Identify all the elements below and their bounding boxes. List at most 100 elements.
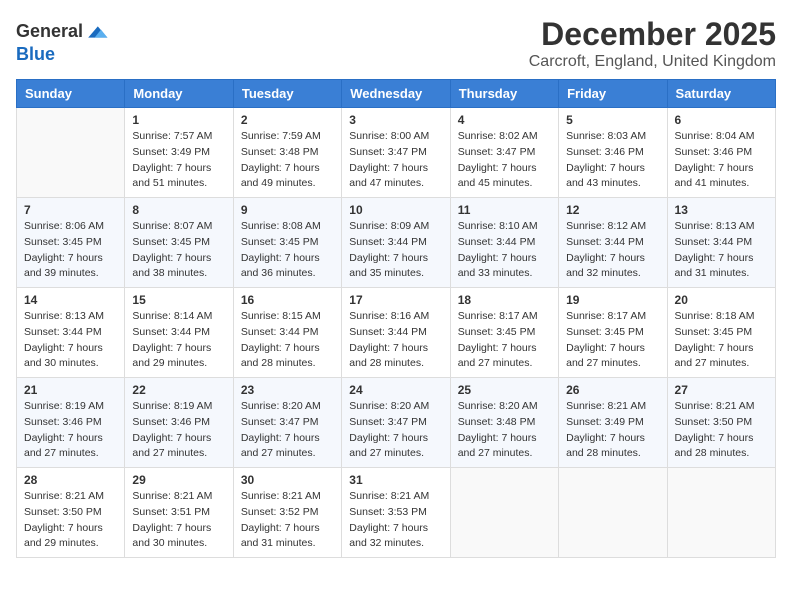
day-info: Sunrise: 8:19 AMSunset: 3:46 PMDaylight:… bbox=[24, 399, 117, 462]
day-number: 11 bbox=[458, 203, 551, 217]
logo-icon bbox=[85, 20, 109, 44]
day-info: Sunrise: 8:21 AMSunset: 3:50 PMDaylight:… bbox=[24, 489, 117, 552]
day-number: 21 bbox=[24, 383, 117, 397]
day-number: 17 bbox=[349, 293, 442, 307]
calendar-day-cell: 15 Sunrise: 8:14 AMSunset: 3:44 PMDayligh… bbox=[125, 288, 233, 378]
calendar-day-header: Saturday bbox=[667, 80, 775, 108]
calendar-day-cell: 27 Sunrise: 8:21 AMSunset: 3:50 PMDayligh… bbox=[667, 378, 775, 468]
calendar-week-row: 14 Sunrise: 8:13 AMSunset: 3:44 PMDayligh… bbox=[17, 288, 776, 378]
calendar-day-cell: 21 Sunrise: 8:19 AMSunset: 3:46 PMDayligh… bbox=[17, 378, 125, 468]
calendar-day-cell: 16Sunrise: 8:15 AMSunset: 3:44 PMDayligh… bbox=[233, 288, 341, 378]
calendar-day-header: Tuesday bbox=[233, 80, 341, 108]
day-info: Sunrise: 8:14 AMSunset: 3:44 PMDaylight:… bbox=[132, 309, 225, 372]
logo-text: General bbox=[16, 21, 83, 43]
day-info: Sunrise: 8:10 AMSunset: 3:44 PMDaylight:… bbox=[458, 219, 551, 282]
day-number: 31 bbox=[349, 473, 442, 487]
calendar-day-cell: 4 Sunrise: 8:02 AMSunset: 3:47 PMDaylight… bbox=[450, 108, 558, 198]
calendar-day-cell: 24 Sunrise: 8:20 AMSunset: 3:47 PMDayligh… bbox=[342, 378, 450, 468]
calendar-day-cell: 23 Sunrise: 8:20 AMSunset: 3:47 PMDayligh… bbox=[233, 378, 341, 468]
logo: General Blue bbox=[16, 20, 109, 66]
calendar-week-row: 21 Sunrise: 8:19 AMSunset: 3:46 PMDayligh… bbox=[17, 378, 776, 468]
day-info: Sunrise: 8:20 AMSunset: 3:47 PMDaylight:… bbox=[241, 399, 334, 462]
calendar-day-header: Wednesday bbox=[342, 80, 450, 108]
calendar-day-header: Thursday bbox=[450, 80, 558, 108]
calendar-day-header: Monday bbox=[125, 80, 233, 108]
calendar-day-cell: 3Sunrise: 8:00 AMSunset: 3:47 PMDaylight… bbox=[342, 108, 450, 198]
title-area: December 2025 Carcroft, England, United … bbox=[529, 16, 776, 71]
day-info: Sunrise: 8:21 AMSunset: 3:52 PMDaylight:… bbox=[241, 489, 334, 552]
day-info: Sunrise: 8:07 AMSunset: 3:45 PMDaylight:… bbox=[132, 219, 225, 282]
day-info: Sunrise: 8:13 AMSunset: 3:44 PMDaylight:… bbox=[675, 219, 768, 282]
day-number: 13 bbox=[675, 203, 768, 217]
day-number: 16 bbox=[241, 293, 334, 307]
day-number: 28 bbox=[24, 473, 117, 487]
day-info: Sunrise: 8:21 AMSunset: 3:50 PMDaylight:… bbox=[675, 399, 768, 462]
calendar-table: SundayMondayTuesdayWednesdayThursdayFrid… bbox=[16, 79, 776, 558]
day-info: Sunrise: 7:57 AMSunset: 3:49 PMDaylight:… bbox=[132, 129, 225, 192]
day-number: 1 bbox=[132, 113, 225, 127]
calendar-day-cell: 1 Sunrise: 7:57 AMSunset: 3:49 PMDaylight… bbox=[125, 108, 233, 198]
day-number: 26 bbox=[566, 383, 659, 397]
day-info: Sunrise: 8:20 AMSunset: 3:47 PMDaylight:… bbox=[349, 399, 442, 462]
calendar-day-cell: 11 Sunrise: 8:10 AMSunset: 3:44 PMDayligh… bbox=[450, 198, 558, 288]
day-number: 22 bbox=[132, 383, 225, 397]
calendar-day-cell bbox=[559, 468, 667, 558]
calendar-day-cell: 14 Sunrise: 8:13 AMSunset: 3:44 PMDayligh… bbox=[17, 288, 125, 378]
calendar-body: 1 Sunrise: 7:57 AMSunset: 3:49 PMDaylight… bbox=[17, 108, 776, 558]
calendar-day-cell: 9 Sunrise: 8:08 AMSunset: 3:45 PMDaylight… bbox=[233, 198, 341, 288]
day-info: Sunrise: 8:08 AMSunset: 3:45 PMDaylight:… bbox=[241, 219, 334, 282]
calendar-day-cell: 30 Sunrise: 8:21 AMSunset: 3:52 PMDayligh… bbox=[233, 468, 341, 558]
day-number: 6 bbox=[675, 113, 768, 127]
day-info: Sunrise: 8:12 AMSunset: 3:44 PMDaylight:… bbox=[566, 219, 659, 282]
calendar-week-row: 1 Sunrise: 7:57 AMSunset: 3:49 PMDaylight… bbox=[17, 108, 776, 198]
calendar-day-cell: 17 Sunrise: 8:16 AMSunset: 3:44 PMDayligh… bbox=[342, 288, 450, 378]
day-number: 25 bbox=[458, 383, 551, 397]
page-header: General Blue December 2025 Carcroft, Eng… bbox=[16, 16, 776, 71]
day-info: Sunrise: 8:03 AMSunset: 3:46 PMDaylight:… bbox=[566, 129, 659, 192]
calendar-day-cell: 6 Sunrise: 8:04 AMSunset: 3:46 PMDaylight… bbox=[667, 108, 775, 198]
day-info: Sunrise: 8:16 AMSunset: 3:44 PMDaylight:… bbox=[349, 309, 442, 372]
day-info: Sunrise: 8:09 AMSunset: 3:44 PMDaylight:… bbox=[349, 219, 442, 282]
logo-blue-text: Blue bbox=[16, 44, 55, 64]
calendar-day-cell: 22Sunrise: 8:19 AMSunset: 3:46 PMDayligh… bbox=[125, 378, 233, 468]
calendar-day-cell: 31 Sunrise: 8:21 AMSunset: 3:53 PMDayligh… bbox=[342, 468, 450, 558]
calendar-week-row: 7Sunrise: 8:06 AMSunset: 3:45 PMDaylight… bbox=[17, 198, 776, 288]
calendar-day-cell: 26 Sunrise: 8:21 AMSunset: 3:49 PMDayligh… bbox=[559, 378, 667, 468]
day-number: 27 bbox=[675, 383, 768, 397]
day-number: 4 bbox=[458, 113, 551, 127]
calendar-day-cell: 29Sunrise: 8:21 AMSunset: 3:51 PMDayligh… bbox=[125, 468, 233, 558]
calendar-day-cell: 7Sunrise: 8:06 AMSunset: 3:45 PMDaylight… bbox=[17, 198, 125, 288]
day-number: 14 bbox=[24, 293, 117, 307]
calendar-day-cell: 5 Sunrise: 8:03 AMSunset: 3:46 PMDaylight… bbox=[559, 108, 667, 198]
day-info: Sunrise: 8:21 AMSunset: 3:53 PMDaylight:… bbox=[349, 489, 442, 552]
day-number: 30 bbox=[241, 473, 334, 487]
day-number: 15 bbox=[132, 293, 225, 307]
calendar-day-cell: 8 Sunrise: 8:07 AMSunset: 3:45 PMDaylight… bbox=[125, 198, 233, 288]
calendar-day-cell: 25Sunrise: 8:20 AMSunset: 3:48 PMDayligh… bbox=[450, 378, 558, 468]
day-number: 29 bbox=[132, 473, 225, 487]
day-number: 3 bbox=[349, 113, 442, 127]
day-number: 5 bbox=[566, 113, 659, 127]
day-info: Sunrise: 8:13 AMSunset: 3:44 PMDaylight:… bbox=[24, 309, 117, 372]
calendar-day-cell bbox=[450, 468, 558, 558]
day-number: 23 bbox=[241, 383, 334, 397]
calendar-day-cell: 19Sunrise: 8:17 AMSunset: 3:45 PMDayligh… bbox=[559, 288, 667, 378]
day-number: 24 bbox=[349, 383, 442, 397]
calendar-day-cell bbox=[17, 108, 125, 198]
day-number: 10 bbox=[349, 203, 442, 217]
day-number: 18 bbox=[458, 293, 551, 307]
calendar-day-header: Friday bbox=[559, 80, 667, 108]
calendar-day-cell: 12Sunrise: 8:12 AMSunset: 3:44 PMDayligh… bbox=[559, 198, 667, 288]
calendar-header-row: SundayMondayTuesdayWednesdayThursdayFrid… bbox=[17, 80, 776, 108]
day-info: Sunrise: 8:17 AMSunset: 3:45 PMDaylight:… bbox=[566, 309, 659, 372]
day-info: Sunrise: 8:17 AMSunset: 3:45 PMDaylight:… bbox=[458, 309, 551, 372]
day-info: Sunrise: 8:04 AMSunset: 3:46 PMDaylight:… bbox=[675, 129, 768, 192]
day-number: 8 bbox=[132, 203, 225, 217]
day-info: Sunrise: 8:21 AMSunset: 3:49 PMDaylight:… bbox=[566, 399, 659, 462]
calendar-day-cell: 28 Sunrise: 8:21 AMSunset: 3:50 PMDayligh… bbox=[17, 468, 125, 558]
day-info: Sunrise: 8:02 AMSunset: 3:47 PMDaylight:… bbox=[458, 129, 551, 192]
location-title: Carcroft, England, United Kingdom bbox=[529, 53, 776, 71]
calendar-day-cell: 10 Sunrise: 8:09 AMSunset: 3:44 PMDayligh… bbox=[342, 198, 450, 288]
day-number: 20 bbox=[675, 293, 768, 307]
day-number: 9 bbox=[241, 203, 334, 217]
